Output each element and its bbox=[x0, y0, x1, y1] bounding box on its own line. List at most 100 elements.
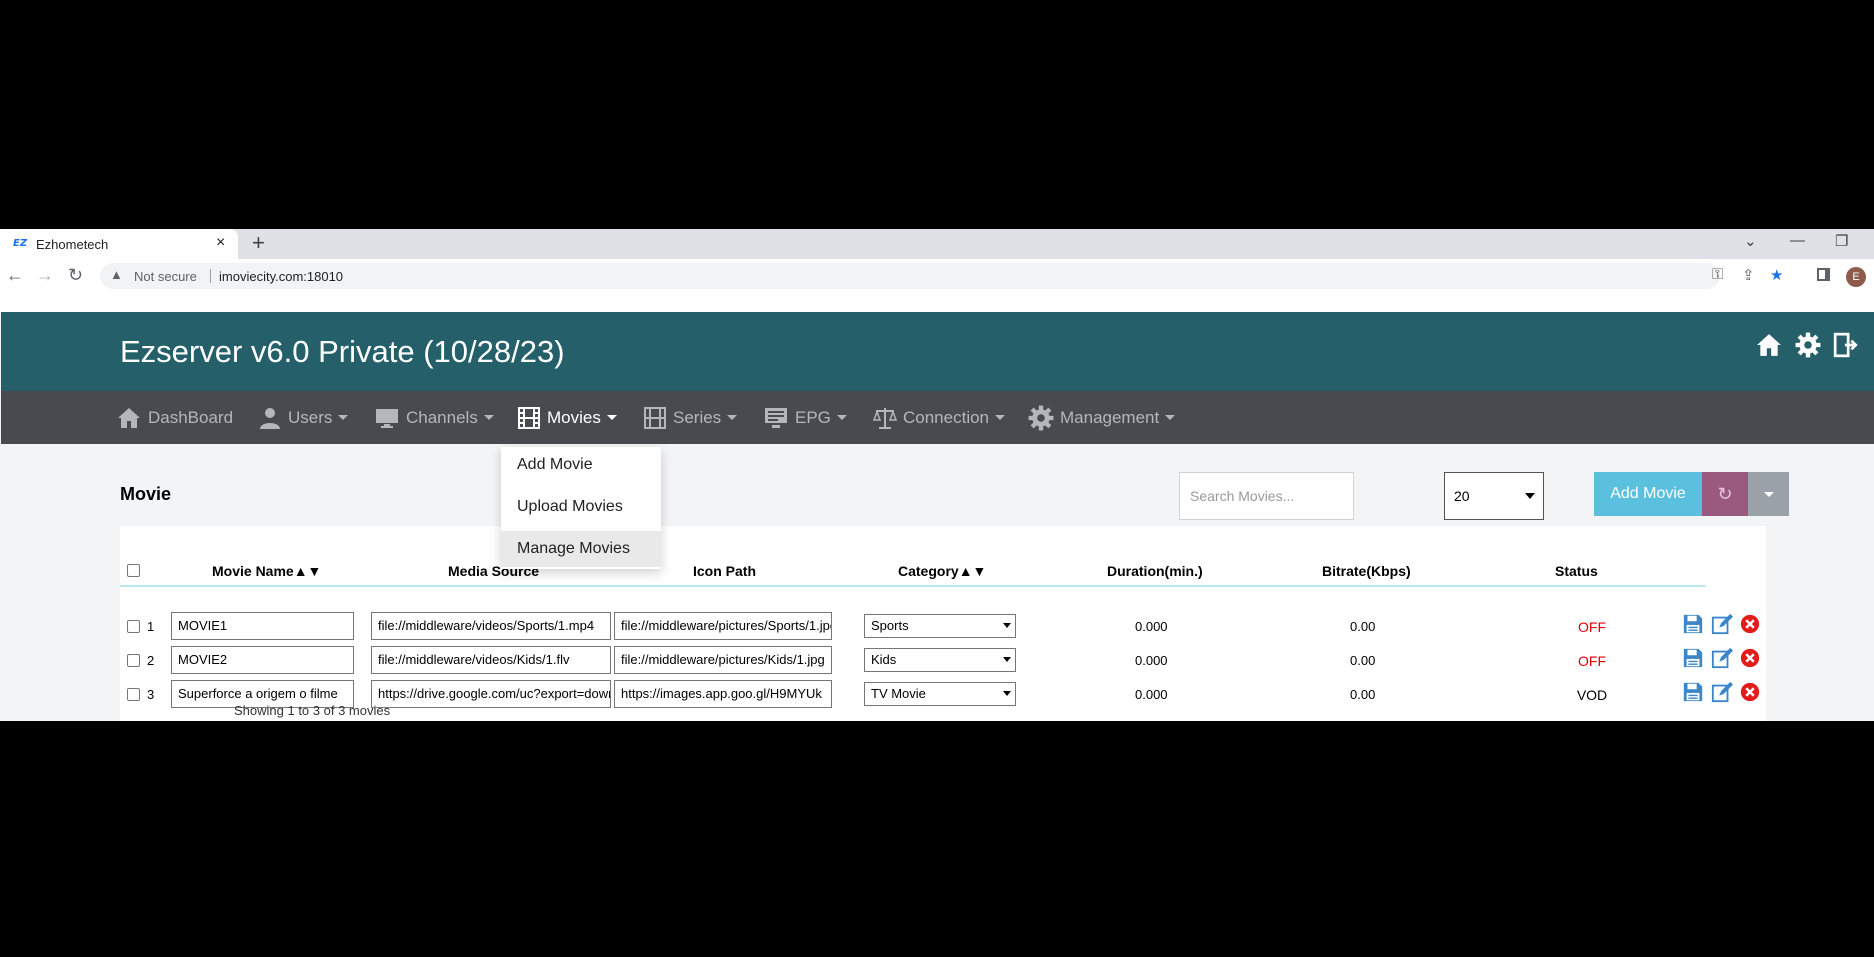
share-icon[interactable]: ⇪ bbox=[1742, 266, 1755, 284]
chevron-down-icon bbox=[1003, 657, 1011, 662]
icon-path-input[interactable]: file://middleware/pictures/Kids/1.jpg bbox=[614, 646, 832, 674]
category-select[interactable]: Sports bbox=[864, 614, 1016, 638]
address-bar[interactable]: ▲ Not secure imoviecity.com:18010 ⚿ ⇪ ★ bbox=[100, 263, 1783, 289]
bitrate-value: 0.00 bbox=[1350, 687, 1376, 702]
nav-series-label: Series bbox=[673, 407, 722, 427]
side-panel-icon[interactable] bbox=[1817, 268, 1830, 281]
icon-path-input[interactable]: file://middleware/pictures/Sports/1.jpg bbox=[614, 612, 832, 640]
edit-icon[interactable] bbox=[1711, 613, 1733, 640]
movie-name-input[interactable]: MOVIE2 bbox=[171, 646, 354, 674]
header-divider bbox=[120, 585, 1706, 587]
edit-icon[interactable] bbox=[1711, 681, 1733, 708]
delete-icon[interactable] bbox=[1740, 648, 1760, 673]
page-title: Movie bbox=[120, 484, 172, 504]
chevron-down-icon bbox=[483, 415, 494, 420]
warning-icon[interactable]: ▲ bbox=[110, 267, 123, 282]
bookmark-star-icon[interactable]: ★ bbox=[1770, 266, 1783, 284]
minimize-icon[interactable]: — bbox=[1790, 232, 1805, 249]
home-icon bbox=[118, 407, 140, 428]
media-source-input[interactable]: file://middleware/videos/Kids/1.flv bbox=[371, 646, 611, 674]
more-actions-button[interactable] bbox=[1748, 472, 1789, 516]
media-source-input[interactable]: https://drive.google.com/uc?export=downl… bbox=[371, 680, 611, 708]
gear-icon bbox=[1028, 405, 1054, 430]
chevron-down-icon bbox=[1003, 691, 1011, 696]
page-size-select[interactable]: 20 bbox=[1444, 472, 1544, 520]
row-checkbox[interactable] bbox=[127, 620, 140, 633]
security-label[interactable]: Not secure bbox=[134, 269, 197, 284]
chevron-down-icon bbox=[1525, 493, 1535, 499]
bitrate-value: 0.00 bbox=[1350, 653, 1376, 668]
film-icon bbox=[644, 406, 666, 429]
web-page: Ezserver v6.0 Private (10/28/23) DashBoa… bbox=[0, 312, 1874, 721]
nav-connection-label: Connection bbox=[903, 407, 990, 427]
row-checkbox[interactable] bbox=[127, 688, 140, 701]
reload-icon[interactable]: ↻ bbox=[68, 265, 83, 286]
media-source-input[interactable]: file://middleware/videos/Sports/1.mp4 bbox=[371, 612, 611, 640]
refresh-button[interactable]: ↻ bbox=[1702, 472, 1748, 516]
save-icon[interactable] bbox=[1682, 647, 1704, 674]
nav-epg[interactable]: EPG bbox=[763, 391, 847, 444]
tab-search-icon[interactable]: ⌄ bbox=[1744, 232, 1757, 250]
nav-users-label: Users bbox=[288, 407, 333, 427]
browser-toolbar: ← → ↻ ▲ Not secure imoviecity.com:18010 … bbox=[0, 259, 1874, 293]
menu-item-add-movie[interactable]: Add Movie bbox=[501, 447, 661, 483]
logout-icon[interactable] bbox=[1833, 332, 1859, 363]
settings-gear-icon[interactable] bbox=[1795, 332, 1821, 363]
main-nav: DashBoard Users Channels Movies Series E… bbox=[1, 391, 1874, 444]
page-size-value: 20 bbox=[1454, 488, 1470, 504]
row-checkbox[interactable] bbox=[127, 654, 140, 667]
browser-tab[interactable]: EZ Ezhometech × bbox=[0, 229, 238, 259]
category-value: Kids bbox=[871, 652, 897, 667]
category-select[interactable]: Kids bbox=[864, 648, 1016, 672]
icon-path-input[interactable]: https://images.app.goo.gl/H9MYUk bbox=[614, 680, 832, 708]
divider bbox=[210, 269, 211, 283]
row-number: 1 bbox=[147, 619, 155, 634]
menu-item-manage-movies[interactable]: Manage Movies bbox=[501, 531, 661, 567]
nav-management-label: Management bbox=[1060, 407, 1160, 427]
category-select[interactable]: TV Movie bbox=[864, 682, 1016, 706]
key-icon[interactable]: ⚿ bbox=[1712, 266, 1723, 283]
nav-users[interactable]: Users bbox=[258, 391, 349, 444]
nav-management[interactable]: Management bbox=[1028, 391, 1176, 444]
sort-icon: ▲▼ bbox=[293, 563, 322, 579]
delete-icon[interactable] bbox=[1740, 614, 1760, 639]
profile-avatar[interactable]: E bbox=[1846, 267, 1866, 287]
chevron-down-icon bbox=[606, 415, 617, 420]
nav-series[interactable]: Series bbox=[643, 391, 738, 444]
app-title: Ezserver v6.0 Private (10/28/23) bbox=[120, 334, 565, 369]
favicon-icon: EZ bbox=[13, 238, 28, 249]
column-header-name[interactable]: Movie Name▲▼ bbox=[212, 563, 321, 579]
url-text[interactable]: imoviecity.com:18010 bbox=[219, 269, 343, 284]
new-tab-icon[interactable]: + bbox=[252, 230, 265, 256]
column-header-bitrate: Bitrate(Kbps) bbox=[1322, 563, 1411, 579]
edit-icon[interactable] bbox=[1711, 647, 1733, 674]
nav-dashboard[interactable]: DashBoard bbox=[116, 391, 233, 444]
nav-connection[interactable]: Connection bbox=[873, 391, 1006, 444]
back-icon[interactable]: ← bbox=[6, 265, 24, 286]
delete-icon[interactable] bbox=[1740, 682, 1760, 707]
add-movie-button[interactable]: Add Movie bbox=[1594, 472, 1702, 516]
chevron-down-icon bbox=[1003, 623, 1011, 628]
tv-guide-icon bbox=[765, 407, 787, 428]
save-icon[interactable] bbox=[1682, 613, 1704, 640]
nav-channels[interactable]: Channels bbox=[374, 391, 494, 444]
nav-dashboard-label: DashBoard bbox=[148, 407, 234, 427]
menu-item-upload-movies[interactable]: Upload Movies bbox=[501, 489, 661, 525]
chevron-down-icon bbox=[727, 415, 738, 420]
movies-dropdown-menu: Add Movie Upload Movies Manage Movies bbox=[501, 447, 661, 569]
table-row: 1 MOVIE1 file://middleware/videos/Sports… bbox=[120, 612, 1766, 642]
save-icon[interactable] bbox=[1682, 681, 1704, 708]
column-header-category[interactable]: Category▲▼ bbox=[898, 563, 986, 579]
restore-icon[interactable]: ❐ bbox=[1835, 232, 1848, 250]
film-icon bbox=[518, 406, 540, 429]
forward-icon[interactable]: → bbox=[36, 265, 54, 286]
table-row: 2 MOVIE2 file://middleware/videos/Kids/1… bbox=[120, 646, 1766, 676]
select-all-checkbox[interactable] bbox=[127, 564, 140, 577]
tab-close-icon[interactable]: × bbox=[216, 234, 225, 252]
nav-movies[interactable]: Movies bbox=[517, 391, 617, 444]
tab-strip: EZ Ezhometech × + ⌄ — ❐ bbox=[0, 229, 1874, 259]
search-input[interactable] bbox=[1179, 472, 1354, 520]
column-header-status: Status bbox=[1555, 563, 1598, 579]
home-icon[interactable] bbox=[1756, 332, 1782, 363]
movie-name-input[interactable]: MOVIE1 bbox=[171, 612, 354, 640]
